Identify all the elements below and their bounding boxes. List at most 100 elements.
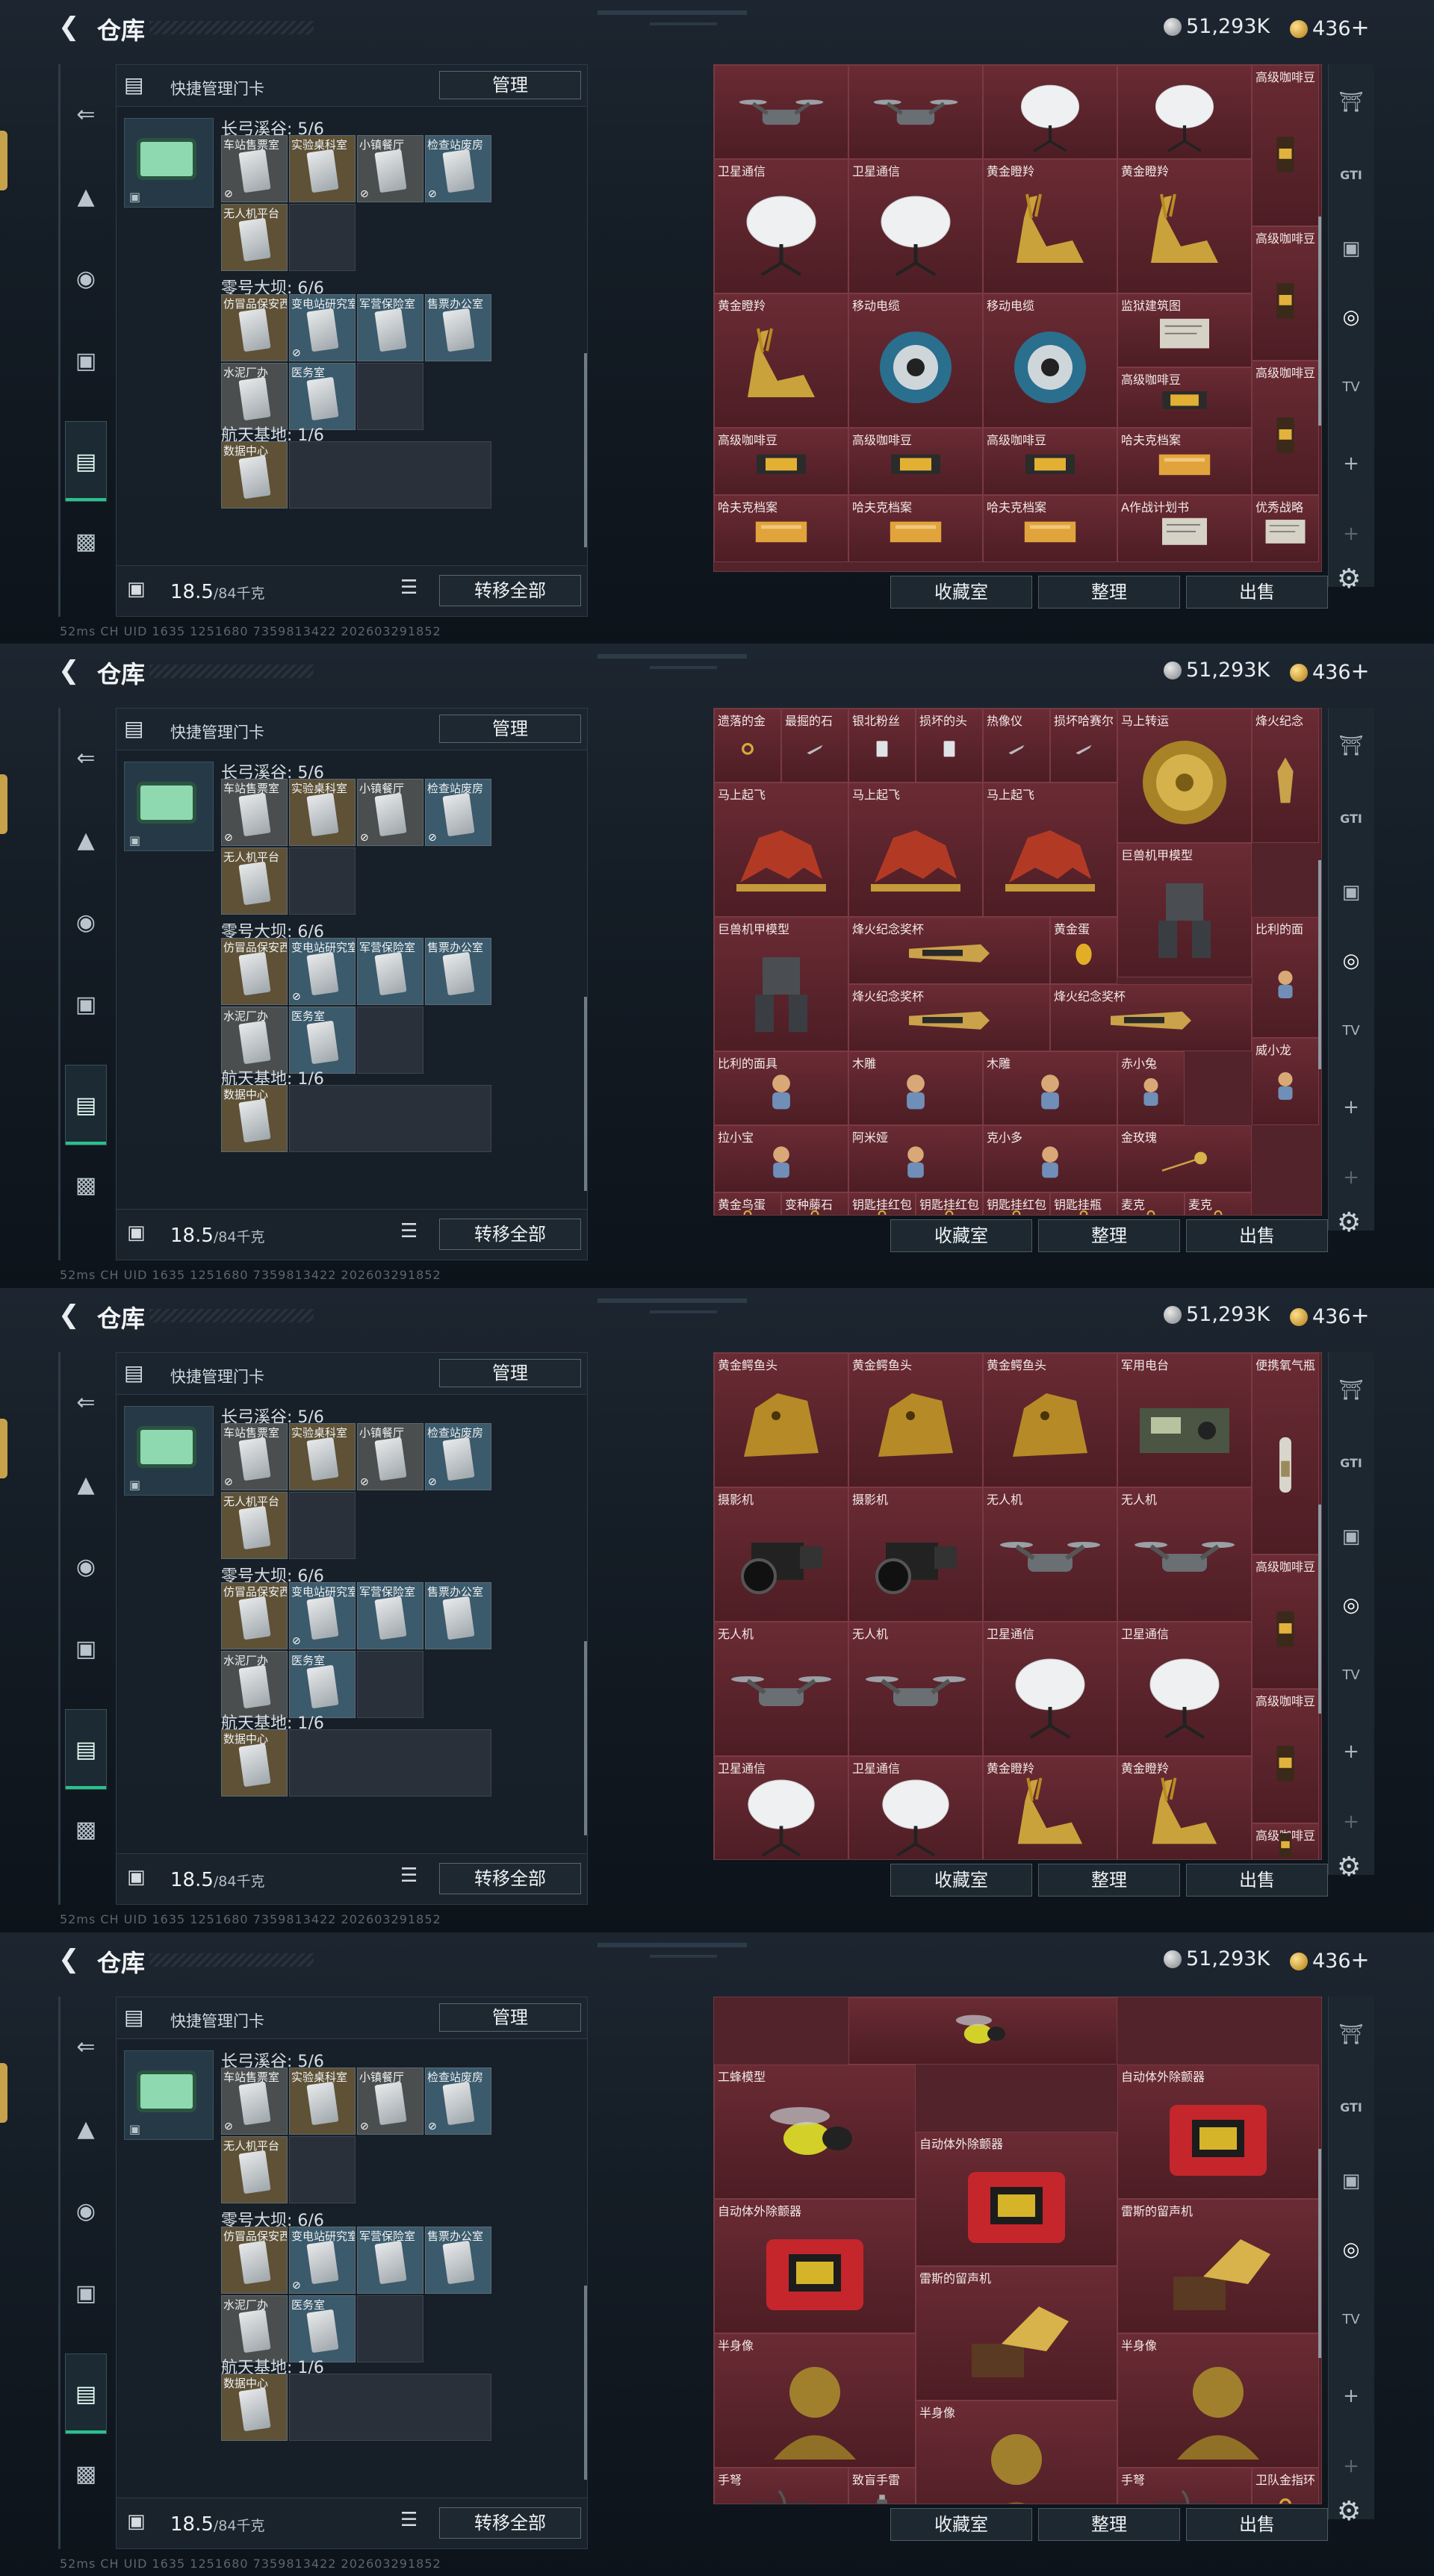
armor-icon[interactable]: ▲ — [65, 2109, 107, 2150]
stash-item-ring[interactable]: 钥匙挂红包 — [916, 1192, 983, 1215]
tv-icon[interactable]: TV — [1332, 1657, 1370, 1694]
stash-item-card[interactable]: 损坏的头 — [916, 709, 983, 783]
add-currency-icon[interactable]: + — [1351, 1947, 1370, 1973]
keycard-slot[interactable]: 数据中心 — [221, 1729, 288, 1796]
lock-icon[interactable]: ▣ — [127, 1222, 146, 1244]
gti-icon[interactable]: GTI — [1332, 800, 1370, 838]
stash-item-ring[interactable]: 钥匙挂红包 — [983, 1192, 1050, 1215]
keycard-holder-slot[interactable]: ▣ — [124, 1406, 214, 1496]
stash-item-horse[interactable]: 马上起飞 — [983, 783, 1117, 917]
transfer-all-button[interactable]: 转移全部 — [439, 2507, 581, 2539]
add-icon[interactable]: + — [1332, 1803, 1370, 1841]
keycard-slot[interactable]: 售票办公室 — [425, 294, 491, 361]
empty-keycard-slot[interactable] — [357, 363, 423, 430]
stash-item-aed[interactable]: 自动体外除颤器 — [714, 2199, 916, 2333]
stash-item-camera[interactable]: 摄影机 — [848, 1487, 983, 1622]
stash-item-bar[interactable]: 烽火纪念奖杯 — [1050, 984, 1252, 1051]
stash-item-drone[interactable] — [848, 65, 983, 159]
keycard-list[interactable]: ▣ 长弓溪谷: 5/6 车站售票室 ⊘ 实验桌科室 小镇餐厅 ⊘ 检查站废房 ⊘ 无人机平台 零号… — [117, 2039, 587, 2483]
list-icon[interactable]: ☰ — [400, 576, 418, 599]
stash-item-doll[interactable]: 赤小兔 — [1117, 1051, 1185, 1125]
stash-item-rose[interactable]: 金玫瑰 — [1117, 1125, 1252, 1192]
stash-item-mech[interactable]: 巨兽机甲模型 — [714, 917, 848, 1051]
stash-item-drone[interactable]: 无人机 — [714, 1622, 848, 1756]
backpack-icon[interactable]: ▣ — [65, 1628, 107, 1670]
add-icon[interactable]: + — [1332, 1159, 1370, 1196]
sort-button[interactable]: 整理 — [1038, 1864, 1180, 1897]
stash-item-ring[interactable]: 麦克 — [1117, 1192, 1185, 1215]
stash-item-dish[interactable] — [983, 65, 1117, 159]
keycard-slot[interactable]: 实验桌科室 — [289, 1423, 356, 1490]
empty-keycard-slot[interactable] — [357, 2295, 423, 2362]
stash-item-folder[interactable]: 哈夫克档案 — [848, 495, 983, 562]
manage-button[interactable]: 管理 — [439, 2003, 581, 2032]
add-currency-icon[interactable]: + — [1351, 15, 1370, 41]
stash-item-radio[interactable]: 军用电台 — [1117, 1353, 1252, 1487]
transfer-all-button[interactable]: 转移全部 — [439, 575, 581, 606]
keycard-slot[interactable]: 售票办公室 — [425, 2227, 491, 2294]
list-icon[interactable]: ☰ — [400, 1220, 418, 1242]
add-icon[interactable]: + — [1332, 1733, 1370, 1770]
stash-item-wasp[interactable]: 工蜂模型 — [714, 2065, 916, 2199]
keycard-slot[interactable]: 医务室 — [289, 363, 356, 430]
vault-active-icon[interactable]: ◎ — [1332, 2231, 1370, 2268]
sort-button[interactable]: 整理 — [1038, 576, 1180, 609]
vault-icon[interactable]: ▣ — [1332, 2162, 1370, 2200]
keycard-slot[interactable]: 小镇餐厅 ⊘ — [357, 779, 423, 846]
stash-item-doll[interactable]: 克小多 — [983, 1125, 1117, 1192]
lock-icon[interactable]: ▣ — [127, 2510, 146, 2533]
stash-item-coffee[interactable]: 高级咖啡豆 — [1252, 1555, 1319, 1689]
armor-icon[interactable]: ▲ — [65, 1464, 107, 1506]
lock-icon[interactable]: ▣ — [127, 578, 146, 600]
empty-keycard-slot[interactable] — [289, 1492, 356, 1559]
safe-icon[interactable]: ⛩ — [1332, 2016, 1370, 2053]
stash-item-ring[interactable]: 钥匙挂红包 — [848, 1192, 916, 1215]
back-arrow-icon[interactable]: ❮ — [58, 13, 81, 40]
keycard-slot[interactable]: 数据中心 — [221, 2374, 288, 2441]
safe-icon[interactable]: ⛩ — [1332, 727, 1370, 765]
keycard-icon[interactable]: ▤ — [65, 1709, 107, 1790]
collection-room-button[interactable]: 收藏室 — [890, 2508, 1032, 2541]
stash-grid[interactable]: 高级咖啡豆 卫星通信 卫星通信 黄金瞪羚 黄金瞪羚 高级咖啡豆 黄金瞪羚 移动电缆 移动电缆 监狱… — [713, 64, 1322, 572]
stash-item-doll[interactable]: 木雕 — [983, 1051, 1117, 1125]
keycard-slot[interactable]: 无人机平台 — [221, 2136, 288, 2203]
add-icon[interactable]: + — [1332, 1089, 1370, 1126]
lock-icon[interactable]: ▣ — [127, 1866, 146, 1888]
settings-gear-icon[interactable]: ⚙ — [1337, 564, 1361, 594]
stash-item-dish[interactable] — [1117, 65, 1252, 159]
stash-item-box[interactable]: 高级咖啡豆 — [1117, 367, 1252, 428]
stash-item-gazelle[interactable]: 黄金瞪羚 — [1117, 159, 1252, 293]
tv-icon[interactable]: TV — [1332, 369, 1370, 406]
stash-item-cable[interactable]: 移动电缆 — [848, 293, 983, 428]
sell-button[interactable]: 出售 — [1186, 1219, 1328, 1252]
keycard-slot[interactable]: 水泥厂办 — [221, 1007, 288, 1074]
collection-room-button[interactable]: 收藏室 — [890, 1219, 1032, 1252]
keycard-icon[interactable]: ▤ — [65, 2353, 107, 2434]
stash-item-bust[interactable]: 半身像 — [1117, 2333, 1319, 2468]
stash-item-doll[interactable]: 木雕 — [848, 1051, 983, 1125]
stash-item-drone[interactable]: 无人机 — [983, 1487, 1117, 1622]
stash-scrollbar[interactable] — [1318, 2149, 1321, 2358]
keycard-slot[interactable]: 实验桌科室 — [289, 2068, 356, 2135]
list-icon[interactable]: ☰ — [400, 2509, 418, 2531]
stash-item-dish[interactable]: 卫星通信 — [848, 159, 983, 293]
safe-icon[interactable]: ⛩ — [1332, 1372, 1370, 1409]
stash-item-ring[interactable]: 钥匙挂瓶 — [1050, 1192, 1117, 1215]
keycard-slot[interactable]: 军营保险室 — [357, 1582, 423, 1649]
stash-item-drone[interactable]: 无人机 — [848, 1622, 983, 1756]
stash-item-card[interactable]: 银北粉丝 — [848, 709, 916, 783]
stash-item-aed[interactable]: 自动体外除颤器 — [916, 2132, 1117, 2266]
list-icon[interactable]: ☰ — [400, 1864, 418, 1887]
safe-icon[interactable]: ⛩ — [1332, 84, 1370, 121]
stash-item-paper[interactable]: A作战计划书 — [1117, 495, 1252, 562]
briefcase-icon[interactable]: ▩ — [65, 1809, 107, 1851]
stash-item-coffee[interactable]: 高级咖啡豆 — [1252, 226, 1319, 361]
empty-keycard-slot[interactable] — [289, 2136, 356, 2203]
back-arrow-icon[interactable]: ❮ — [58, 1301, 81, 1328]
keycard-slot[interactable]: 变电站研究室 ⊘ — [289, 1582, 356, 1649]
empty-keycard-slot[interactable] — [357, 1007, 423, 1074]
backpack-icon[interactable]: ▣ — [65, 340, 107, 382]
keycard-slot[interactable]: 医务室 — [289, 1651, 356, 1718]
stash-item-drone[interactable] — [714, 65, 848, 159]
stash-item-bust[interactable]: 半身像 — [916, 2401, 1117, 2504]
